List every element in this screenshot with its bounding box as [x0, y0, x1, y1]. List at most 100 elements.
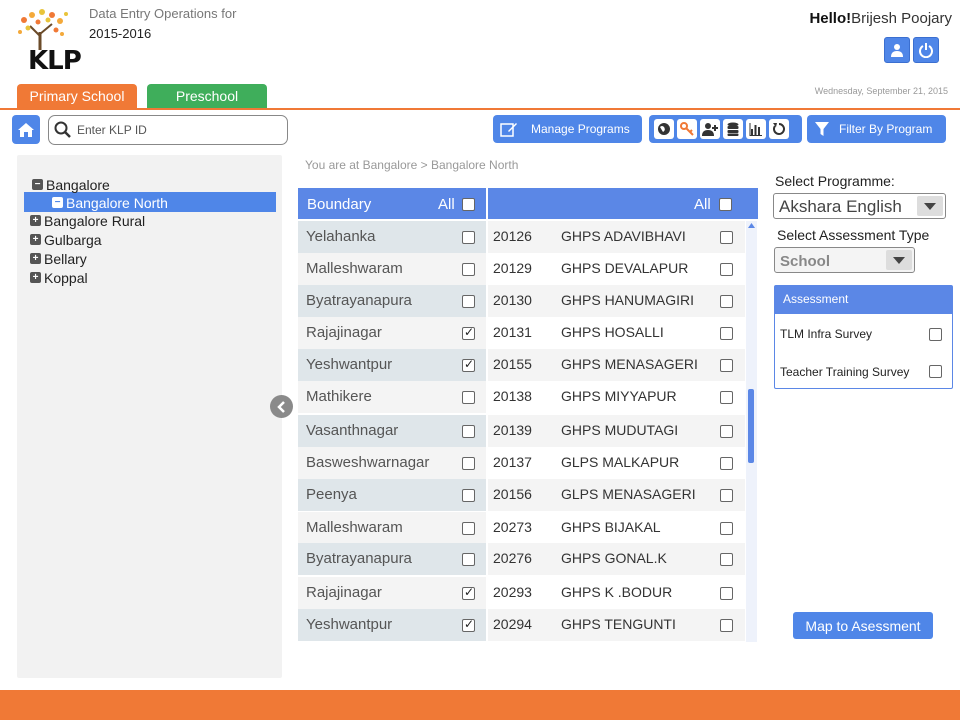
tab-preschool[interactable]: Preschool — [147, 84, 267, 108]
programme-select[interactable]: Akshara English — [773, 193, 946, 219]
school-row[interactable]: 20294 GHPS TENGUNTI — [488, 609, 745, 641]
expand-icon[interactable]: + — [30, 234, 41, 245]
school-row[interactable]: 20139 GHPS MUDUTAGI — [488, 415, 745, 447]
boundary-row[interactable]: Yeshwantpur — [298, 349, 486, 381]
school-row[interactable]: 20155 GHPS MENASAGERI — [488, 349, 745, 381]
boundary-checkbox[interactable] — [462, 325, 475, 340]
boundary-select-all-checkbox[interactable] — [462, 198, 475, 211]
expand-icon[interactable]: + — [30, 215, 41, 226]
school-row[interactable]: 20276 GHPS GONAL.K — [488, 543, 745, 575]
boundary-checkbox[interactable] — [462, 457, 475, 470]
filter-by-program-button[interactable]: Filter By Program — [807, 115, 946, 143]
boundary-name: Yeshwantpur — [306, 356, 393, 373]
school-row[interactable]: 20131 GHPS HOSALLI — [488, 317, 745, 349]
boundary-row[interactable]: Yelahanka — [298, 221, 486, 253]
add-user-icon — [702, 123, 718, 136]
logout-button[interactable] — [913, 37, 939, 63]
boundary-checkbox[interactable] — [462, 357, 475, 372]
database-button[interactable] — [723, 119, 743, 139]
manage-programs-button[interactable]: Manage Programs — [493, 115, 642, 143]
boundary-checkbox[interactable] — [462, 522, 475, 535]
tree-item-label: Koppal — [44, 269, 88, 286]
school-row[interactable]: 20130 GHPS HANUMAGIRI — [488, 285, 745, 317]
tree-item-koppal[interactable]: + Koppal — [30, 268, 88, 287]
boundary-row[interactable]: Byatrayanapura — [298, 285, 486, 317]
school-id: 20129 — [493, 260, 532, 276]
profile-button[interactable] — [884, 37, 910, 63]
assessment-teacher-training-checkbox[interactable] — [929, 365, 942, 378]
school-checkbox[interactable] — [720, 489, 733, 502]
expand-icon[interactable]: + — [30, 272, 41, 283]
dropdown-arrow-icon — [917, 196, 943, 216]
school-table-scrollbar[interactable] — [746, 221, 757, 642]
assessment-type-select[interactable]: School — [774, 247, 915, 273]
boundary-row[interactable]: Rajajinagar — [298, 317, 486, 349]
school-checkbox[interactable] — [720, 231, 733, 244]
map-to-assessment-button[interactable]: Map to Asessment — [793, 612, 933, 639]
header-year: 2015-2016 — [89, 26, 152, 41]
tree-item-bangalore-north[interactable]: − Bangalore North — [52, 193, 168, 212]
boundary-row[interactable]: Malleshwaram — [298, 512, 486, 544]
boundary-checkbox[interactable] — [462, 585, 475, 600]
school-checkbox[interactable] — [720, 587, 733, 600]
boundary-checkbox[interactable] — [462, 489, 475, 502]
school-checkbox[interactable] — [720, 522, 733, 535]
boundary-checkbox[interactable] — [462, 295, 475, 308]
boundary-name: Malleshwaram — [306, 260, 403, 277]
assessment-tlm-checkbox[interactable] — [929, 328, 942, 341]
tree-item-bangalore-rural[interactable]: + Bangalore Rural — [30, 211, 145, 230]
boundary-row[interactable]: Peenya — [298, 479, 486, 511]
boundary-checkbox[interactable] — [462, 617, 475, 632]
school-select-all-checkbox[interactable] — [719, 198, 732, 211]
school-checkbox[interactable] — [720, 619, 733, 632]
boundary-name: Malleshwaram — [306, 519, 403, 536]
school-checkbox[interactable] — [720, 391, 733, 404]
tree-item-bellary[interactable]: + Bellary — [30, 249, 87, 268]
school-checkbox[interactable] — [720, 425, 733, 438]
tree-item-gulbarga[interactable]: + Gulbarga — [30, 230, 102, 249]
school-row[interactable]: 20138 GHPS MIYYAPUR — [488, 381, 745, 413]
klp-id-search[interactable] — [48, 115, 288, 145]
school-checkbox[interactable] — [720, 359, 733, 372]
school-checkbox[interactable] — [720, 457, 733, 470]
collapse-icon[interactable]: − — [32, 179, 43, 190]
boundary-row[interactable]: Byatrayanapura — [298, 543, 486, 575]
school-row[interactable]: 20129 GHPS DEVALAPUR — [488, 253, 745, 285]
home-button[interactable] — [12, 115, 40, 144]
scrollbar-thumb[interactable] — [748, 389, 754, 463]
boundary-checkbox[interactable] — [462, 391, 475, 404]
chart-button[interactable] — [746, 119, 766, 139]
key-button[interactable] — [677, 119, 697, 139]
boundary-checkbox[interactable] — [462, 425, 475, 438]
school-checkbox[interactable] — [720, 295, 733, 308]
school-name: GHPS K .BODUR — [561, 584, 673, 600]
globe-button[interactable] — [654, 119, 674, 139]
boundary-row[interactable]: Yeshwantpur — [298, 609, 486, 641]
boundary-row[interactable]: Mathikere — [298, 381, 486, 413]
school-row[interactable]: 20156 GLPS MENASAGERI — [488, 479, 745, 511]
school-checkbox[interactable] — [720, 553, 733, 566]
school-row[interactable]: 20293 GHPS K .BODUR — [488, 577, 745, 609]
select-assessment-type-label: Select Assessment Type — [777, 227, 930, 243]
klp-logo: KLP — [14, 6, 82, 76]
boundary-checkbox[interactable] — [462, 553, 475, 566]
add-user-button[interactable] — [700, 119, 720, 139]
boundary-row[interactable]: Malleshwaram — [298, 253, 486, 285]
tab-primary-school[interactable]: Primary School — [17, 84, 137, 108]
school-row[interactable]: 20137 GLPS MALKAPUR — [488, 447, 745, 479]
school-checkbox[interactable] — [720, 327, 733, 340]
boundary-row[interactable]: Rajajinagar — [298, 577, 486, 609]
expand-icon[interactable]: + — [30, 253, 41, 264]
collapse-panel-button[interactable] — [270, 395, 293, 418]
boundary-checkbox[interactable] — [462, 231, 475, 244]
boundary-row[interactable]: Basweshwarnagar — [298, 447, 486, 479]
collapse-icon[interactable]: − — [52, 197, 63, 208]
school-row[interactable]: 20273 GHPS BIJAKAL — [488, 512, 745, 544]
school-row[interactable]: 20126 GHPS ADAVIBHAVI — [488, 221, 745, 253]
refresh-button[interactable] — [769, 119, 789, 139]
boundary-row[interactable]: Vasanthnagar — [298, 415, 486, 447]
search-input[interactable] — [75, 121, 275, 139]
tree-item-bangalore[interactable]: − Bangalore — [32, 175, 110, 194]
school-checkbox[interactable] — [720, 263, 733, 276]
boundary-checkbox[interactable] — [462, 263, 475, 276]
